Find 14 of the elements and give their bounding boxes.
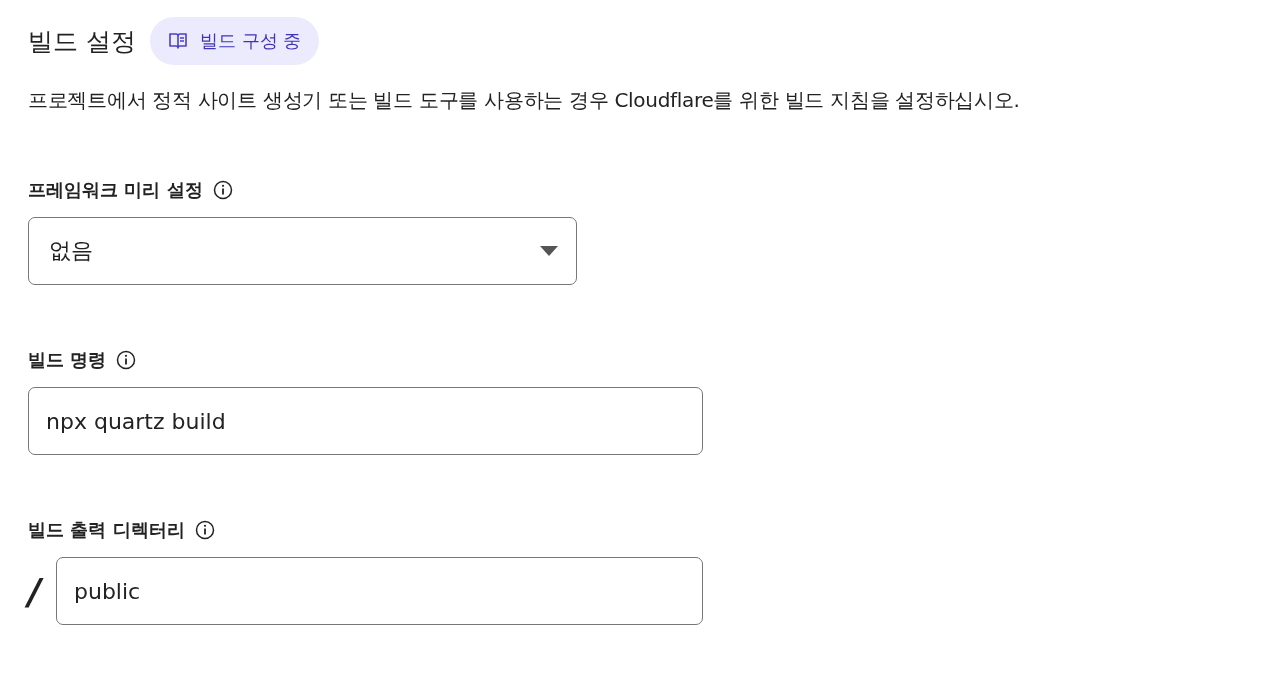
info-icon[interactable]	[116, 350, 137, 370]
info-icon[interactable]	[194, 520, 215, 540]
field-label: 빌드 출력 디렉터리	[28, 518, 185, 542]
section-title: 빌드 설정	[28, 25, 136, 58]
book-icon	[167, 32, 188, 50]
badge-label: 빌드 구성 중	[199, 29, 302, 53]
info-icon[interactable]	[212, 180, 233, 200]
description-text: 프로젝트에서 정적 사이트 생성기 또는 빌드 도구를 사용하는 경우 Cloudflare를 위한 빌드 지침을 설정하십시오.	[28, 87, 1021, 114]
field-label: 빌드 명령	[28, 348, 107, 372]
caret-icon	[540, 246, 558, 256]
framework-dropdown[interactable]: 없음	[28, 217, 577, 285]
directory-input[interactable]: public	[56, 557, 703, 625]
command-input[interactable]: npx quartz build	[28, 387, 703, 455]
field-label: 프레임워크 미리 설정	[28, 178, 203, 202]
